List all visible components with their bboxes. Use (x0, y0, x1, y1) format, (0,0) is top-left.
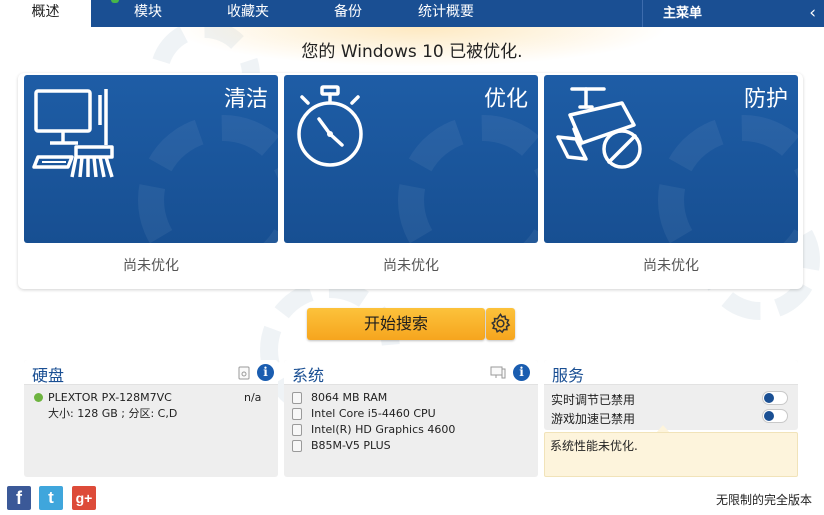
monitor-icon (490, 366, 506, 379)
drive-icon (238, 366, 250, 380)
disk-status-dot (34, 393, 43, 402)
realtime-tuning-label: 实时调节已禁用 (551, 393, 636, 407)
tab-favorites[interactable]: 收藏夹 (208, 0, 288, 27)
system-box-header: 系统 i (284, 360, 538, 385)
services-box: 服务 实时调节已禁用 游戏加速已禁用 (544, 360, 798, 430)
disk-detail: 大小: 128 GB ; 分区: C,D (48, 407, 178, 420)
computer-broom-icon (32, 85, 142, 184)
optimize-status: 尚未优化 (383, 258, 439, 274)
disk-info-icon[interactable]: i (257, 364, 274, 381)
disk-box-header: 硬盘 i (24, 360, 278, 385)
disk-name: PLEXTOR PX-128M7VC (48, 391, 172, 404)
game-boost-toggle[interactable] (762, 409, 788, 423)
panel-gear-decoration (138, 115, 278, 243)
settings-gear-button[interactable] (486, 308, 515, 340)
disk-box-title: 硬盘 (32, 366, 65, 385)
start-search-button[interactable]: 开始搜索 (307, 308, 485, 340)
ram-icon (292, 392, 302, 404)
performance-note: 系统性能未优化. (544, 432, 798, 477)
tab-modules[interactable]: 模块 (108, 0, 188, 27)
disk-value: n/a (244, 391, 262, 404)
camera-block-icon (552, 85, 652, 179)
stopwatch-icon (292, 85, 372, 174)
panel-gear-decoration (398, 115, 538, 243)
system-motherboard: B85M-V5 PLUS (311, 439, 391, 452)
gpu-icon (292, 424, 302, 436)
panel-title: 清洁 (223, 87, 268, 112)
top-navigation-bar: 概述 模块 收藏夹 备份 统计概要 主菜单 ‹ (0, 0, 824, 27)
panel-title: 防护 (743, 87, 788, 112)
tab-overview[interactable]: 概述 (0, 0, 91, 27)
status-title: 您的 Windows 10 已被优化. (301, 42, 523, 62)
clean-panel[interactable]: 清洁 (24, 75, 278, 243)
chevron-left-icon[interactable]: ‹ (809, 3, 816, 23)
tab-statistics[interactable]: 统计概要 (404, 0, 488, 27)
gear-icon (491, 313, 511, 334)
system-box-title: 系统 (292, 366, 325, 385)
disk-box: 硬盘 i PLEXTOR PX-128M7VC n/a 大小: 128 GB ;… (24, 360, 278, 477)
system-box: 系统 i 8064 MB RAM Intel Core i5-4460 CPU … (284, 360, 538, 477)
main-menu-button[interactable]: 主菜单 (642, 0, 802, 27)
realtime-tuning-toggle[interactable] (762, 391, 788, 405)
system-ram: 8064 MB RAM (311, 391, 388, 404)
license-label: 无限制的完全版本 (715, 493, 812, 507)
protect-panel[interactable]: 防护 (544, 75, 798, 243)
protect-status: 尚未优化 (643, 258, 699, 274)
tab-backup[interactable]: 备份 (308, 0, 388, 27)
optimize-panel[interactable]: 优化 (284, 75, 538, 243)
system-info-icon[interactable]: i (513, 364, 530, 381)
panel-gear-decoration (658, 115, 798, 243)
google-plus-icon[interactable]: g+ (72, 486, 96, 510)
performance-note-text: 系统性能未优化. (550, 439, 638, 453)
clean-status: 尚未优化 (123, 258, 179, 274)
cpu-icon (292, 408, 302, 420)
services-box-header: 服务 (544, 360, 798, 385)
system-cpu: Intel Core i5-4460 CPU (311, 407, 436, 420)
motherboard-icon (292, 440, 302, 452)
game-boost-label: 游戏加速已禁用 (551, 412, 636, 426)
system-gpu: Intel(R) HD Graphics 4600 (311, 423, 456, 436)
services-box-title: 服务 (552, 366, 585, 385)
twitter-icon[interactable]: t (39, 486, 63, 510)
panel-title: 优化 (483, 87, 528, 112)
facebook-icon[interactable]: f (7, 486, 31, 510)
